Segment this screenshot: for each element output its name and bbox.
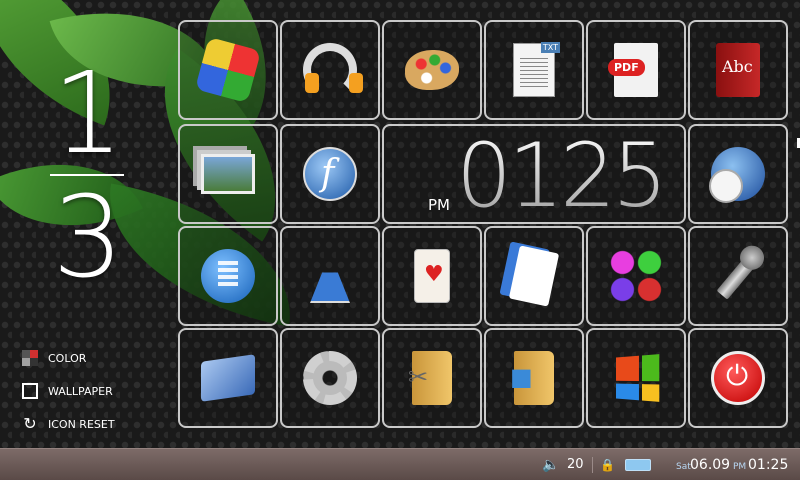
app-solitaire[interactable] xyxy=(382,226,482,326)
photos-icon xyxy=(201,154,255,194)
app-power[interactable] xyxy=(688,328,788,428)
pdf-document-icon xyxy=(608,43,658,97)
app-bubble-game[interactable] xyxy=(586,226,686,326)
app-calculator[interactable] xyxy=(178,226,278,326)
clock-widget[interactable]: PM 0125 xyxy=(382,124,686,224)
speaker-icon[interactable]: 🔈 xyxy=(542,449,559,480)
flash-icon xyxy=(303,147,357,201)
battery-icon xyxy=(625,459,651,471)
txt-document-icon xyxy=(513,42,560,97)
app-media-player[interactable] xyxy=(178,20,278,120)
palette-icon xyxy=(405,50,459,90)
app-programs-folder[interactable] xyxy=(484,328,584,428)
power-icon xyxy=(711,351,765,405)
headphones-icon xyxy=(303,43,357,97)
tools-folder-icon xyxy=(408,351,452,405)
reset-icon: ↻ xyxy=(23,414,37,433)
colored-balls-icon xyxy=(609,249,663,303)
app-paint[interactable] xyxy=(382,20,482,120)
gear-icon xyxy=(303,351,357,405)
lock-icon[interactable]: 🔒 xyxy=(600,449,615,480)
color-palette-icon xyxy=(22,350,38,366)
app-desktop[interactable] xyxy=(178,328,278,428)
app-settings[interactable] xyxy=(280,328,380,428)
app-music[interactable] xyxy=(280,20,380,120)
dictionary-book-icon xyxy=(716,43,760,97)
taskbar-day: Sat xyxy=(676,462,691,472)
globe-clock-icon xyxy=(709,147,765,203)
taskbar-ampm: PM xyxy=(733,462,747,472)
app-windows[interactable] xyxy=(586,328,686,428)
media-player-icon xyxy=(194,36,262,104)
page-total: 3 xyxy=(52,173,124,303)
options-menu: COLOR WALLPAPER ↻ ICON RESET xyxy=(22,349,115,448)
app-card-game[interactable] xyxy=(484,226,584,326)
playing-card-icon xyxy=(414,249,450,303)
color-option[interactable]: COLOR xyxy=(22,349,115,367)
wallpaper-option[interactable]: WALLPAPER xyxy=(22,382,115,400)
playing-cards-icon xyxy=(508,245,560,307)
app-voice-recorder[interactable] xyxy=(688,226,788,326)
clock-ampm: PM xyxy=(428,196,450,214)
microphone-icon xyxy=(716,252,760,300)
wallpaper-option-label: WALLPAPER xyxy=(48,384,113,398)
app-photo-viewer[interactable] xyxy=(178,124,278,224)
windows-logo-icon xyxy=(616,354,660,402)
volume-level[interactable]: 20 xyxy=(567,449,584,480)
taskbar-separator xyxy=(592,457,593,473)
icon-reset-option-label: ICON RESET xyxy=(48,417,115,431)
app-text-viewer[interactable] xyxy=(484,20,584,120)
app-tools-folder[interactable] xyxy=(382,328,482,428)
calculator-icon xyxy=(201,249,255,303)
app-flash-player[interactable] xyxy=(280,124,380,224)
flask-icon xyxy=(310,249,350,303)
taskbar-time[interactable]: 01:25 xyxy=(748,449,788,480)
taskbar: 🔈 20 🔒 Sat 06.09 PM 01:25 xyxy=(0,448,800,480)
app-dictionary[interactable] xyxy=(688,20,788,120)
taskbar-date: 06.09 xyxy=(690,457,731,473)
color-option-label: COLOR xyxy=(48,351,87,365)
icon-reset-option[interactable]: ↻ ICON RESET xyxy=(22,414,115,433)
app-world-clock[interactable] xyxy=(688,124,788,224)
wallpaper-icon xyxy=(22,383,38,399)
clock-time: 0125 xyxy=(456,124,668,227)
page-current: 1 xyxy=(52,49,124,179)
app-science[interactable] xyxy=(280,226,380,326)
programs-folder-icon xyxy=(510,351,554,405)
desktop-icon xyxy=(201,354,255,402)
app-pdf-viewer[interactable] xyxy=(586,20,686,120)
